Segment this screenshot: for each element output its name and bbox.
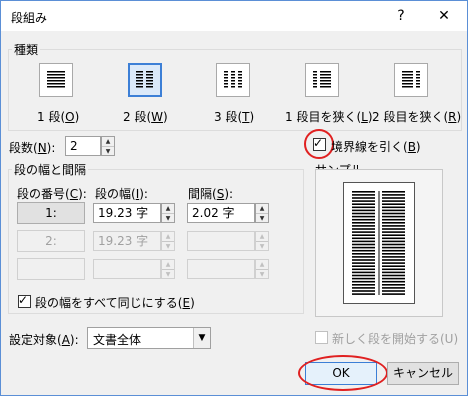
preview-page — [343, 182, 415, 304]
spin-down-icon[interactable]: ▼ — [102, 147, 114, 156]
column-1-width-spinner[interactable]: ▲ ▼ — [161, 203, 175, 223]
equal-width-label: 段の幅をすべて同じにする(E) — [35, 296, 195, 310]
preset-two-columns-label: 2 段(W) — [123, 110, 168, 124]
title-bar: 段組み ? ✕ — [1, 1, 467, 31]
column-3-spacing-input — [187, 259, 255, 279]
spin-up-icon[interactable]: ▲ — [162, 204, 174, 214]
column-1-spacing-spinner[interactable]: ▲ ▼ — [255, 203, 269, 223]
spin-down-icon: ▼ — [165, 243, 171, 250]
spin-down-icon: ▼ — [259, 243, 265, 250]
preset-right-narrow-label: 2 段目を狭く(R) — [372, 110, 462, 124]
columns-count-input[interactable]: 2 — [65, 136, 101, 156]
column-3-spacing-spinner: ▲ ▼ — [255, 259, 269, 279]
column-2-width-spinner: ▲ ▼ — [161, 231, 175, 251]
close-button[interactable]: ✕ — [422, 1, 466, 31]
columns-dialog: 段組み ? ✕ 種類 1 段(O) 2 段(W) 3 段(T) 1 段目を狭く(… — [0, 0, 468, 396]
apply-to-select[interactable]: 文書全体 ▼ — [87, 327, 211, 349]
new-column-checkbox — [315, 331, 328, 344]
two-columns-icon — [136, 71, 153, 88]
cancel-button[interactable]: キャンセル — [387, 362, 459, 385]
columns-count-label: 段数(N): — [9, 141, 56, 155]
spin-down-icon[interactable]: ▼ — [256, 214, 268, 223]
spin-up-icon: ▲ — [256, 232, 268, 242]
columns-count-spinner[interactable]: ▲ ▼ — [101, 136, 115, 156]
column-3-width-input — [93, 259, 161, 279]
preset-left-narrow-label: 1 段目を狭く(L) — [285, 110, 373, 124]
column-1-spacing-input[interactable]: 2.02 字 — [187, 203, 255, 223]
preset-right-narrow[interactable] — [394, 63, 428, 97]
left-narrow-icon — [313, 71, 331, 88]
three-columns-icon — [224, 71, 242, 88]
column-1-spacing-value: 2.02 字 — [192, 206, 235, 220]
spin-up-icon: ▲ — [256, 260, 268, 270]
right-narrow-icon — [402, 71, 420, 88]
spin-down-icon: ▼ — [259, 271, 265, 278]
equal-width-checkbox[interactable]: ✓ — [18, 293, 31, 308]
column-number-2-button: 2: — [17, 230, 85, 252]
column-number-1-button[interactable]: 1: — [17, 202, 85, 224]
spin-down-icon[interactable]: ▼ — [162, 214, 174, 223]
column-1-width-value: 19.23 字 — [98, 206, 149, 220]
columns-count-value: 2 — [70, 139, 78, 153]
preset-one-column-label: 1 段(O) — [37, 110, 80, 124]
spin-up-icon[interactable]: ▲ — [102, 137, 114, 147]
column-2-width-value: 19.23 字 — [98, 234, 149, 248]
column-2-width-input: 19.23 字 — [93, 231, 161, 251]
column-1-width-input[interactable]: 19.23 字 — [93, 203, 161, 223]
column-width-header: 段の幅(I): — [95, 187, 148, 201]
chevron-down-icon[interactable]: ▼ — [193, 328, 210, 348]
type-group-label: 種類 — [12, 41, 41, 58]
apply-to-value: 文書全体 — [93, 333, 142, 347]
spin-down-icon: ▼ — [165, 271, 171, 278]
spin-up-icon: ▲ — [162, 232, 174, 242]
spin-up-icon: ▲ — [162, 260, 174, 270]
spin-up-icon[interactable]: ▲ — [256, 204, 268, 214]
apply-to-label: 設定対象(A): — [9, 333, 79, 347]
column-3-width-spinner: ▲ ▼ — [161, 259, 175, 279]
column-number-3-button — [17, 258, 85, 280]
preset-left-narrow[interactable] — [305, 63, 339, 97]
one-column-icon — [47, 71, 65, 88]
preset-three-columns[interactable] — [216, 63, 250, 97]
column-2-spacing-spinner: ▲ ▼ — [255, 231, 269, 251]
preset-two-columns[interactable] — [128, 63, 162, 97]
column-number-header: 段の番号(C): — [17, 187, 87, 201]
width-spacing-group-label: 段の幅と間隔 — [12, 161, 89, 178]
checkmark-icon: ✓ — [18, 293, 29, 307]
two-column-preview-icon — [352, 191, 405, 295]
preview-pane — [315, 169, 443, 317]
divider-label: 境界線を引く(B) — [331, 140, 421, 154]
highlight-ring-divider — [304, 129, 334, 159]
new-column-label: 新しく段を開始する(U) — [332, 332, 459, 346]
column-2-spacing-input — [187, 231, 255, 251]
spacing-header: 間隔(S): — [188, 187, 234, 201]
preset-three-columns-label: 3 段(T) — [214, 110, 255, 124]
dialog-title: 段組み — [11, 11, 48, 25]
help-button[interactable]: ? — [379, 1, 423, 31]
highlight-ring-ok — [298, 355, 388, 391]
preset-one-column[interactable] — [39, 63, 73, 97]
